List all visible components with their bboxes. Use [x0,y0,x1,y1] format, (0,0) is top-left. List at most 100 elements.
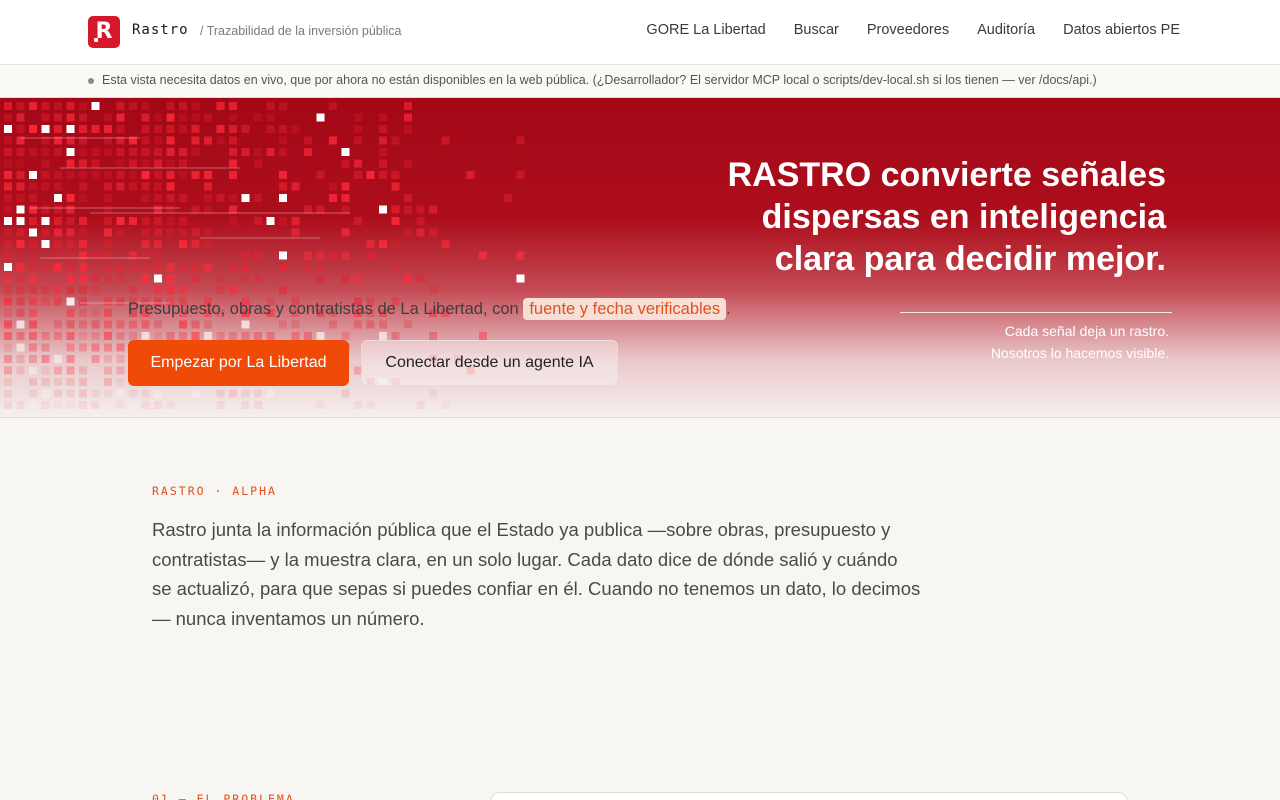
grid-pixel [54,389,62,398]
grid-pixel [279,171,287,179]
grid-pixel [229,125,237,133]
grid-pixel [416,205,425,214]
grid-pixel [504,194,512,202]
grid-pixel [4,274,12,283]
grid-pixel [154,113,162,122]
rastro-logo-icon[interactable]: R [88,16,120,48]
grid-pixel [279,286,287,294]
grid-pixel [154,148,162,156]
grid-pixel [29,263,37,271]
grid-pixel [16,113,25,122]
grid-pixel [379,159,387,168]
grid-pixel [216,332,225,340]
grid-pixel [129,263,137,271]
grid-pixel [216,136,225,145]
grid-pixel [154,159,162,168]
grid-pixel [4,182,12,191]
nav-gore-la-libertad[interactable]: GORE La Libertad [646,22,765,38]
grid-pixel [4,332,12,340]
grid-pixel [116,125,125,133]
grid-pixel [154,136,162,145]
grid-pixel [154,205,162,214]
grid-pixel [341,251,350,260]
grid-pixel [16,205,25,214]
grid-pixel [79,113,87,122]
grid-pixel [229,263,237,271]
grid-pixel [166,159,175,168]
grid-pixel [79,159,87,168]
grid-pixel [229,136,237,145]
grid-pixel [66,320,75,329]
grid-pixel [279,251,287,260]
grid-pixel [66,125,75,133]
grid-pixel [341,228,350,237]
grid-pixel [279,320,287,329]
grid-pixel [429,389,437,398]
connect-ai-agent-button[interactable]: Conectar desde un agente IA [361,340,618,386]
grid-pixel [191,274,200,283]
grid-pixel [254,251,262,260]
grid-pixel [204,320,212,329]
grid-pixel [266,125,275,133]
grid-pixel [116,332,125,340]
grid-pixel [179,332,187,340]
grid-pixel [91,389,100,398]
grid-pixel [179,113,187,122]
grid-pixel [154,240,162,248]
start-la-libertad-button[interactable]: Empezar por La Libertad [128,340,349,386]
grid-pixel [104,205,112,214]
grid-pixel [391,240,400,248]
grid-pixel [4,355,12,363]
grid-pixel [254,389,262,398]
grid-pixel [316,401,325,409]
grid-pixel [79,378,87,386]
grid-pixel [79,320,87,329]
grid-pixel [329,251,337,260]
grid-pixel [316,263,325,271]
grid-pixel [91,401,100,409]
nav-buscar[interactable]: Buscar [794,22,839,38]
grid-pixel [66,297,75,306]
grid-pixel [429,228,437,237]
grid-pixel [66,366,75,375]
grid-pixel [4,125,12,133]
hero-lead-suffix: . [726,300,731,318]
grid-pixel [279,217,287,225]
grid-pixel [4,320,12,329]
grid-pixel [241,320,250,329]
grid-pixel [241,194,250,202]
grid-pixel [4,194,12,202]
grid-pixel [191,136,200,145]
nav-proveedores[interactable]: Proveedores [867,22,949,38]
grid-pixel [29,274,37,283]
grid-pixel [16,309,25,317]
grid-pixel [54,286,62,294]
live-data-notice: Esta vista necesita datos en vivo, que p… [0,65,1280,98]
nav-datos-abiertos-pe[interactable]: Datos abiertos PE [1063,22,1180,38]
grid-pixel [104,378,112,386]
grid-pixel [16,297,25,306]
grid-pixel [79,286,87,294]
grid-pixel [154,263,162,271]
grid-pixel [4,263,12,271]
grid-pixel [141,263,150,271]
grid-pixel [104,240,112,248]
grid-pixel [191,171,200,179]
grid-pixel [4,136,12,145]
brand-name[interactable]: Rastro [132,22,189,38]
grid-pixel [54,366,62,375]
grid-pixel [291,228,300,237]
grid-pixel [154,125,162,133]
grid-pixel [154,320,162,329]
grid-pixel [79,274,87,283]
grid-pixel [404,159,412,168]
grid-pixel [391,217,400,225]
grid-pixel [54,263,62,271]
grid-pixel [129,389,137,398]
grid-pixel [16,286,25,294]
grid-pixel [254,401,262,409]
grid-pixel [304,148,312,156]
grid-pixel [29,240,37,248]
nav-auditoria[interactable]: Auditoría [977,22,1035,38]
grid-pixel [229,205,237,214]
